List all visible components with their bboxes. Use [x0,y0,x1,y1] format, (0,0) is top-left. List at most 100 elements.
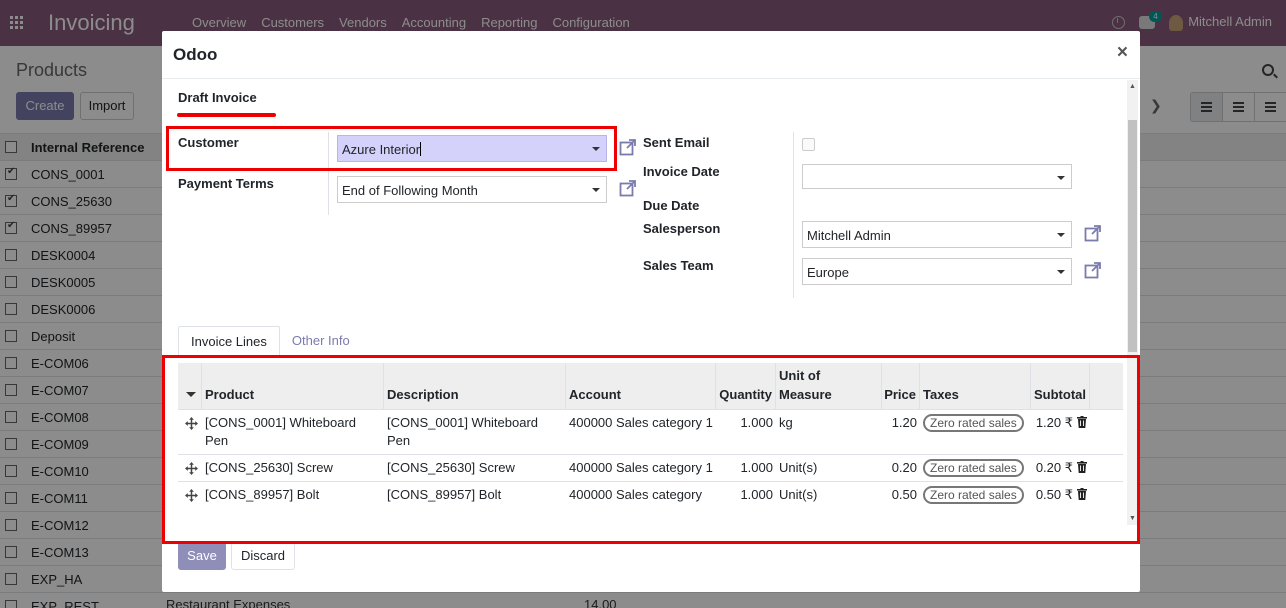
import-button[interactable]: Import [80,92,134,120]
external-link-icon[interactable] [619,138,637,156]
row-checkbox[interactable] [5,249,17,261]
tab-invoice-lines[interactable]: Invoice Lines [178,326,280,356]
handle-cell[interactable] [178,410,202,454]
handle-cell[interactable] [178,482,202,507]
line-price-cell[interactable]: 0.50 [882,482,920,507]
line-description-cell[interactable]: [CONS_0001] Whiteboard Pen [384,410,566,454]
invoice-line-row[interactable]: [CONS_89957] Bolt [CONS_89957] Bolt 400000… [178,481,1123,507]
apps-grid-icon[interactable] [10,16,23,29]
modal-scrollbar[interactable]: ▲ ▼ [1127,80,1138,525]
row-checkbox[interactable] [5,438,17,450]
handle-column-header[interactable] [178,363,202,409]
line-price-cell[interactable]: 0.20 [882,455,920,481]
customer-select[interactable]: Azure Interior [337,135,607,162]
select-all-checkbox[interactable] [5,141,17,153]
column-product[interactable]: Product [202,363,384,409]
line-account-cell[interactable]: 400000 Sales category [566,482,716,507]
menu-vendors[interactable]: Vendors [339,15,387,30]
column-subtotal[interactable]: Subtotal [1031,363,1090,409]
menu-accounting[interactable]: Accounting [402,15,466,30]
row-checkbox[interactable] [5,546,17,558]
tax-badge-cell[interactable]: Zero rated sales [920,455,1031,481]
drag-handle-icon[interactable] [185,462,198,475]
row-checkbox[interactable] [5,465,17,477]
trash-icon[interactable] [1077,488,1087,500]
menu-configuration[interactable]: Configuration [552,15,629,30]
line-subtotal-cell[interactable]: 0.20 ₹ [1031,455,1090,481]
scrollbar-thumb[interactable] [1128,120,1137,352]
external-link-icon[interactable] [1084,224,1102,242]
discard-button[interactable]: Discard [231,542,295,570]
user-menu[interactable]: Mitchell Admin [1169,14,1272,31]
row-checkbox[interactable] [5,303,17,315]
line-uom-cell[interactable]: kg [776,410,882,454]
row-checkbox[interactable] [5,600,17,608]
line-subtotal-cell[interactable]: 1.20 ₹ [1031,410,1090,454]
close-button[interactable]: × [1117,42,1128,64]
row-checkbox[interactable] [5,573,17,585]
kanban-view-icon[interactable] [1223,93,1255,121]
drag-handle-icon[interactable] [185,417,198,430]
column-quantity[interactable]: Quantity [716,363,776,409]
chat-icon[interactable]: 4 [1139,10,1162,29]
save-button[interactable]: Save [178,542,226,570]
list-view-icon[interactable] [1191,93,1223,121]
row-checkbox[interactable] [5,330,17,342]
column-unit-of-measure[interactable]: Unit of Measure [776,363,882,409]
row-checkbox[interactable] [5,276,17,288]
invoice-line-row[interactable]: [CONS_0001] Whiteboard Pen [CONS_0001] Wh… [178,409,1123,454]
salesperson-select[interactable]: Mitchell Admin [802,221,1072,248]
row-checkbox[interactable] [5,384,17,396]
tax-badge-cell[interactable]: Zero rated sales [920,410,1031,454]
pager-next-icon[interactable]: ❯ [1150,97,1162,114]
create-button[interactable]: Create [16,92,74,120]
line-uom-cell[interactable]: Unit(s) [776,455,882,481]
menu-overview[interactable]: Overview [192,15,246,30]
line-quantity-cell[interactable]: 1.000 [716,482,776,507]
trash-icon[interactable] [1077,461,1087,473]
tab-other-info[interactable]: Other Info [280,326,362,356]
line-description-cell[interactable]: [CONS_25630] Screw [384,455,566,481]
trash-icon[interactable] [1077,416,1087,428]
row-checkbox[interactable] [5,193,17,207]
handle-cell[interactable] [178,455,202,481]
line-account-cell[interactable]: 400000 Sales category 1 [566,410,716,454]
row-checkbox[interactable] [5,492,17,504]
invoice-date-input[interactable] [802,164,1072,189]
invoice-line-row[interactable]: [CONS_25630] Screw [CONS_25630] Screw 4000… [178,454,1123,481]
column-account[interactable]: Account [566,363,716,409]
line-product-cell[interactable]: [CONS_0001] Whiteboard Pen [202,410,384,454]
scroll-down-icon[interactable]: ▼ [1129,515,1136,522]
tax-badge-cell[interactable]: Zero rated sales [920,482,1031,507]
grid-view-icon[interactable] [1255,93,1286,121]
line-description-cell[interactable]: [CONS_89957] Bolt [384,482,566,507]
line-uom-cell[interactable]: Unit(s) [776,482,882,507]
line-subtotal-cell[interactable]: 0.50 ₹ [1031,482,1090,507]
line-product-cell[interactable]: [CONS_89957] Bolt [202,482,384,507]
line-account-cell[interactable]: 400000 Sales category 1 [566,455,716,481]
column-description[interactable]: Description [384,363,566,409]
line-quantity-cell[interactable]: 1.000 [716,455,776,481]
column-price[interactable]: Price [882,363,920,409]
menu-customers[interactable]: Customers [261,15,324,30]
payment-terms-select[interactable]: End of Following Month [337,176,607,203]
line-price-cell[interactable]: 1.20 [882,410,920,454]
external-link-icon[interactable] [1084,261,1102,279]
activity-clock-icon[interactable] [1112,15,1126,29]
invoice-lines-header: Product Description Account Quantity Uni… [178,363,1123,409]
search-icon[interactable] [1262,64,1274,76]
row-checkbox[interactable] [5,357,17,369]
sales-team-select[interactable]: Europe [802,258,1072,285]
line-product-cell[interactable]: [CONS_25630] Screw [202,455,384,481]
row-checkbox[interactable] [5,166,17,180]
row-checkbox[interactable] [5,411,17,423]
scroll-up-icon[interactable]: ▲ [1129,83,1136,90]
row-checkbox[interactable] [5,519,17,531]
external-link-icon[interactable] [619,179,637,197]
row-checkbox[interactable] [5,220,17,234]
menu-reporting[interactable]: Reporting [481,15,537,30]
line-quantity-cell[interactable]: 1.000 [716,410,776,454]
drag-handle-icon[interactable] [185,489,198,502]
column-taxes[interactable]: Taxes [920,363,1031,409]
sent-email-checkbox[interactable] [802,138,815,151]
